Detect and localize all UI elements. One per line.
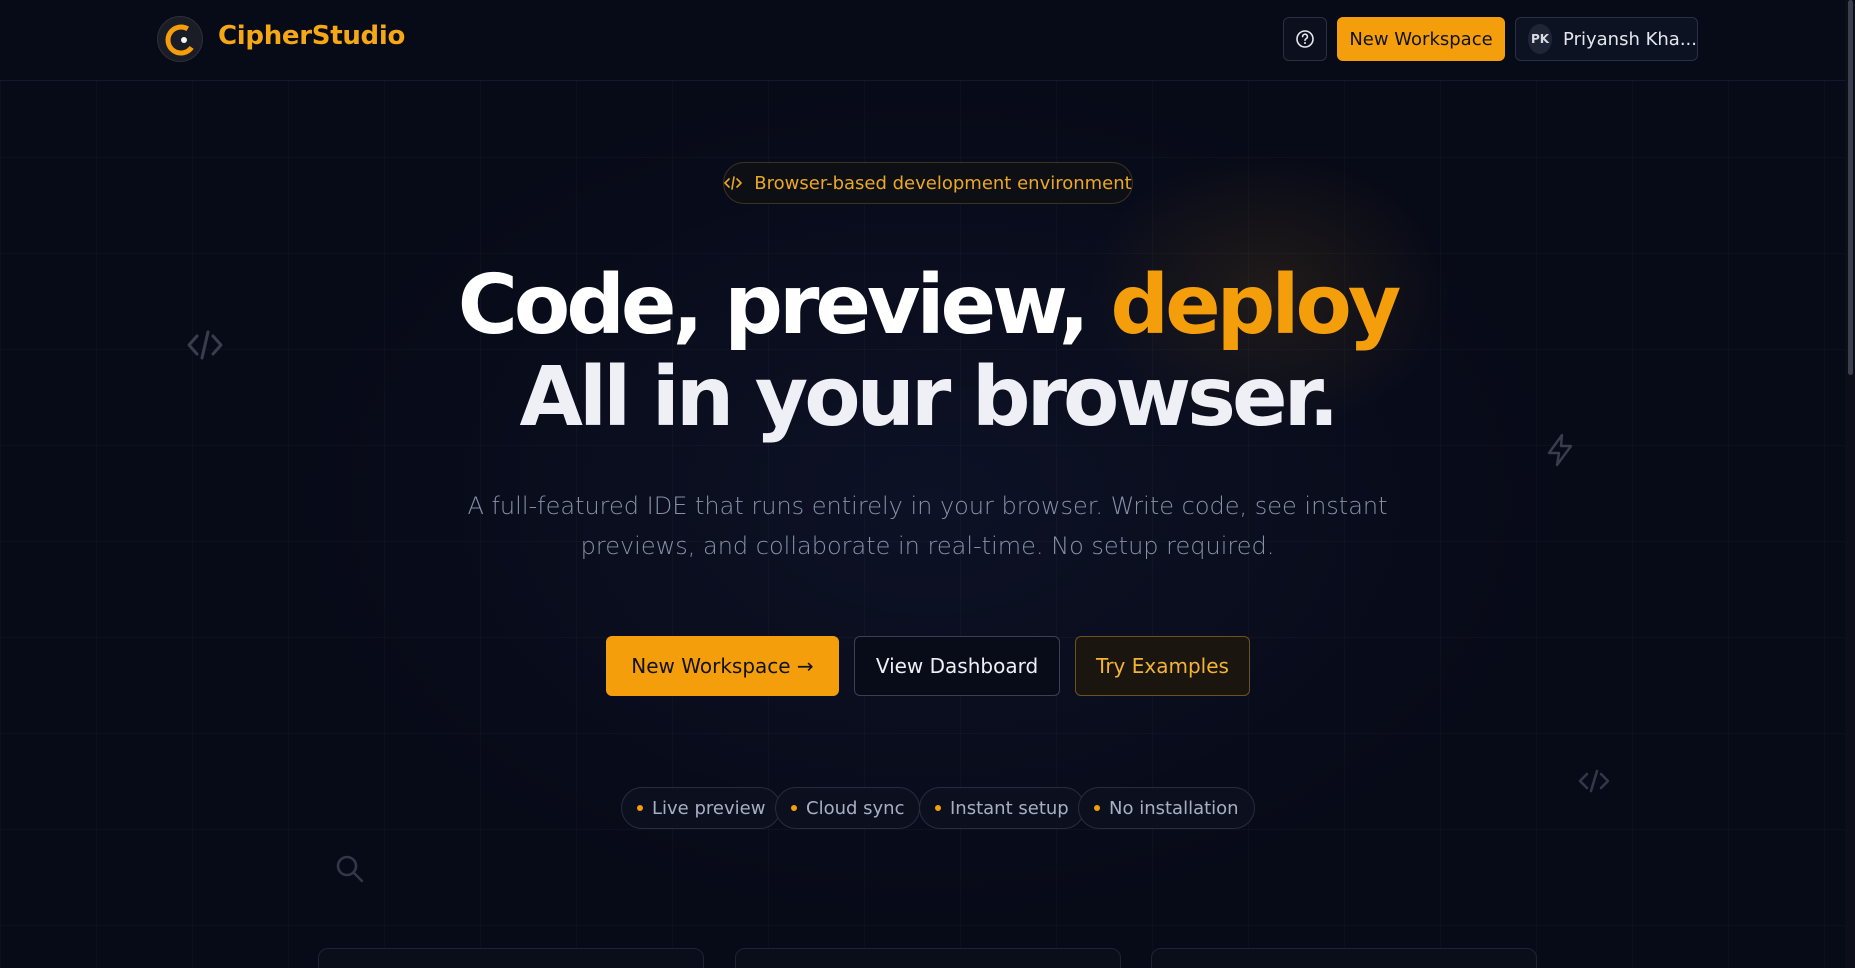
help-button[interactable] (1283, 17, 1327, 61)
feature-label: No installation (1109, 797, 1239, 819)
page: CipherStudio New Workspace PK Priyansh K… (0, 0, 1855, 968)
feature-card (735, 948, 1121, 968)
bullet-dot (935, 805, 941, 811)
avatar: PK (1528, 24, 1553, 54)
code-icon (724, 176, 743, 190)
hero-badge: Browser-based development environment (723, 162, 1133, 204)
logo-icon[interactable] (157, 16, 203, 62)
new-workspace-cta-button[interactable]: New Workspace → (606, 636, 839, 696)
feature-chip-no-installation: No installation (1078, 787, 1255, 829)
search-icon (334, 853, 366, 889)
scrollbar-thumb[interactable] (1848, 0, 1853, 375)
try-examples-button[interactable]: Try Examples (1075, 636, 1250, 696)
top-nav: CipherStudio New Workspace PK Priyansh K… (0, 0, 1855, 81)
question-circle-icon (1296, 30, 1314, 48)
feature-card (318, 948, 704, 968)
user-menu-button[interactable]: PK Priyansh Kha... (1515, 17, 1698, 61)
hero-title-prefix: Code, preview, (457, 258, 1111, 353)
code-icon (1577, 767, 1611, 799)
feature-label: Instant setup (950, 797, 1069, 819)
feature-chip-instant-setup: Instant setup (919, 787, 1085, 829)
user-name: Priyansh Kha... (1563, 28, 1697, 50)
feature-card (1151, 948, 1537, 968)
feature-chip-cloud-sync: Cloud sync (775, 787, 921, 829)
feature-label: Live preview (652, 797, 766, 819)
view-dashboard-button[interactable]: View Dashboard (854, 636, 1060, 696)
hero-subtitle-line2: previews, and collaborate in real-time. … (580, 532, 1275, 560)
hero-subtitle-line1: A full-featured IDE that runs entirely i… (467, 492, 1388, 520)
hero-title-line2: All in your browser. (519, 350, 1340, 445)
feature-label: Cloud sync (806, 797, 905, 819)
bullet-dot (637, 805, 643, 811)
brand-name[interactable]: CipherStudio (218, 21, 405, 51)
bullet-dot (791, 805, 797, 811)
bullet-dot (1094, 805, 1100, 811)
new-workspace-button[interactable]: New Workspace (1337, 17, 1505, 61)
hero-title-accent: deploy (1110, 258, 1401, 353)
hero-title-line1: Code, preview, deploy (0, 258, 1855, 353)
hero-badge-text: Browser-based development environment (754, 172, 1132, 194)
feature-chip-live-preview: Live preview (621, 787, 782, 829)
